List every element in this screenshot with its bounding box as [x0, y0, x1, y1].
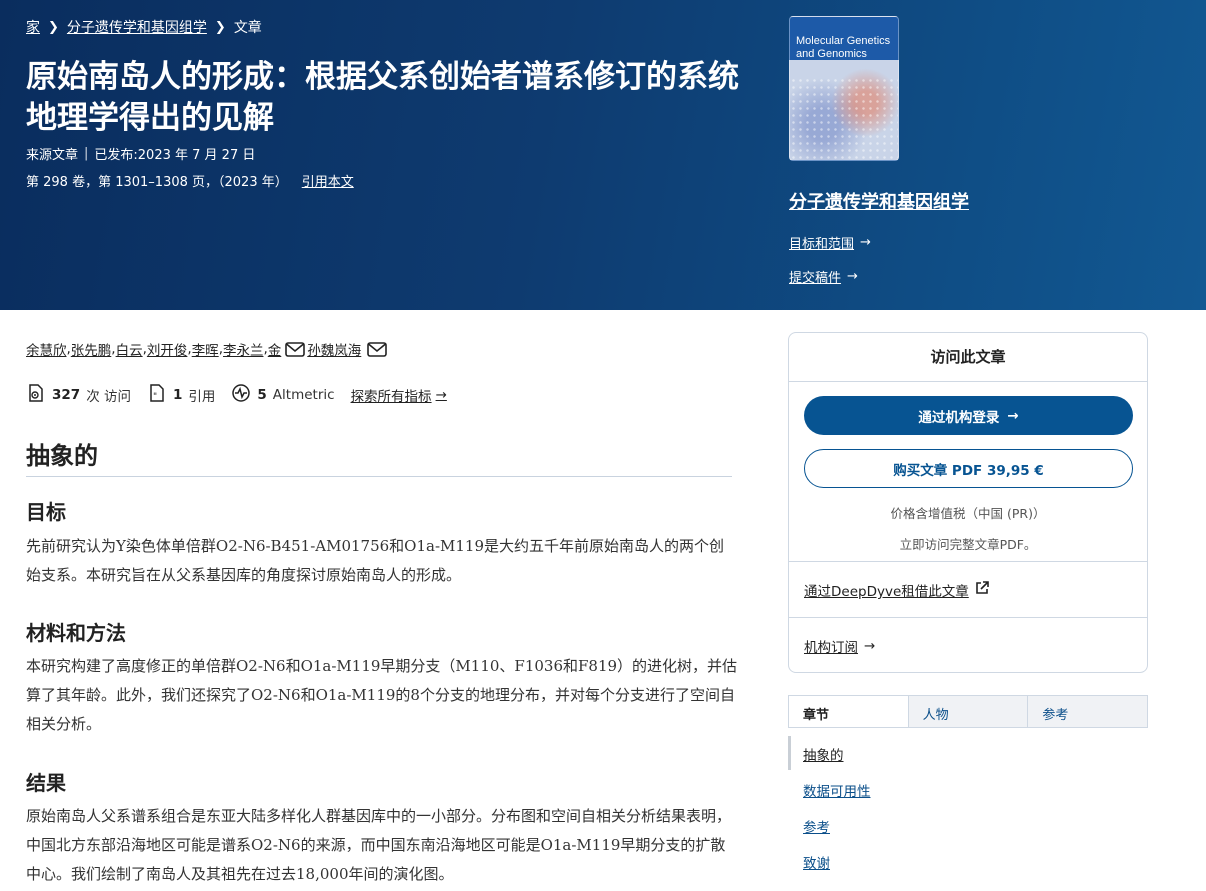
- cite-article-link[interactable]: 引用本文: [302, 171, 354, 190]
- toc-item-acknowledgements[interactable]: 致谢: [803, 852, 830, 872]
- article-header: 家 ❯ 分子遗传学和基因组学 ❯ 文章 原始南岛人的形成：根据父系创始者谱系修订…: [0, 0, 1206, 310]
- submit-manuscript-label: 提交稿件: [789, 271, 842, 286]
- journal-title-link[interactable]: 分子遗传学和基因组学: [789, 188, 969, 214]
- access-heading: 访问此文章: [789, 333, 1147, 382]
- access-article-box: 访问此文章 通过机构登录 → 购买文章 PDF 39,95 € 价格含增值税（中…: [788, 332, 1148, 673]
- toc-item-references[interactable]: 参考: [803, 816, 830, 836]
- arrow-right-icon: →: [1007, 407, 1019, 424]
- email-icon[interactable]: [285, 341, 306, 357]
- article-metrics: 327 次 访问 " 1 引用 5 Altmetric 探索所有指标 →: [26, 383, 447, 407]
- arrow-right-icon: →: [435, 387, 447, 403]
- abstract-heading: 抽象的: [26, 442, 98, 470]
- toc-item-abstract[interactable]: 抽象的: [803, 744, 844, 764]
- article-meta: 来源文章 | 已发布:2023 年 7 月 27 日: [26, 144, 255, 163]
- altmetric-icon: [231, 383, 251, 407]
- institution-subscription-link[interactable]: 机构订阅 →: [804, 636, 875, 656]
- chevron-right-icon: ❯: [214, 19, 226, 35]
- altmetric-metric: 5 Altmetric: [231, 383, 335, 407]
- author-name[interactable]: 余慧欣: [26, 339, 67, 359]
- meta-separator: |: [84, 146, 89, 161]
- cover-title: Molecular Genetics and Genomics: [796, 35, 891, 60]
- author-name[interactable]: 张先鹏: [71, 339, 112, 359]
- cover-pattern: [790, 77, 898, 160]
- objective-heading: 目标: [26, 500, 66, 524]
- institution-login-label: 通过机构登录: [918, 409, 1000, 426]
- arrow-right-icon: →: [864, 638, 876, 654]
- methods-text: 本研究构建了高度修正的单倍群O2-N6和O1a-M119早期分支（M110、F1…: [26, 657, 738, 733]
- author-list: 余慧欣, 张先鹏, 白云, 刘开俊, 李晖, 李永兰, 金 孙魏岚海: [26, 339, 389, 359]
- deepdyve-link[interactable]: 通过DeepDyve租借此文章: [804, 580, 989, 600]
- breadcrumb-journal[interactable]: 分子遗传学和基因组学: [67, 17, 207, 37]
- altmetric-label: Altmetric: [272, 387, 335, 403]
- accesses-metric: 327 次 访问: [26, 383, 131, 407]
- article-title: 原始南岛人的形成：根据父系创始者谱系修订的系统地理学得出的见解: [26, 59, 739, 136]
- published-date: 已发布:2023 年 7 月 27 日: [94, 148, 256, 163]
- results-heading: 结果: [26, 771, 66, 795]
- email-icon[interactable]: [367, 341, 388, 357]
- subscription-row: 机构订阅 →: [789, 617, 1147, 673]
- accesses-count: 327: [52, 387, 81, 403]
- institution-subscription-label: 机构订阅: [804, 640, 858, 656]
- submit-manuscript-link[interactable]: 提交稿件 →: [789, 267, 858, 286]
- breadcrumb-current: 文章: [233, 20, 262, 36]
- author-name[interactable]: 孙魏岚海: [307, 339, 361, 359]
- methods-heading: 材料和方法: [26, 621, 126, 645]
- arrow-right-icon: →: [860, 235, 871, 250]
- author-name[interactable]: 李永兰: [223, 339, 264, 359]
- buy-pdf-button[interactable]: 购买文章 PDF 39,95 €: [804, 449, 1133, 488]
- tab-references[interactable]: 参考: [1027, 696, 1148, 727]
- deepdyve-label: 通过DeepDyve租借此文章: [804, 584, 969, 600]
- sidebar-tabs: 章节 人物 参考: [788, 695, 1148, 728]
- author-name[interactable]: 金: [268, 339, 282, 359]
- explore-metrics-link[interactable]: 探索所有指标 →: [351, 385, 447, 405]
- toc-item-data-availability[interactable]: 数据可用性: [803, 780, 871, 800]
- author-name[interactable]: 白云: [116, 339, 143, 359]
- chevron-right-icon: ❯: [48, 19, 59, 35]
- buy-pdf-label: 购买文章 PDF 39,95 €: [893, 462, 1044, 479]
- breadcrumb: 家 ❯ 分子遗传学和基因组学 ❯ 文章: [26, 17, 262, 37]
- citation-info: 第 298 卷，第 1301–1308 页，（2023 年）: [26, 175, 288, 190]
- instant-access-note: 立即访问完整文章PDF。: [899, 537, 1037, 552]
- svg-text:": ": [153, 392, 157, 402]
- author-name[interactable]: 李晖: [192, 339, 219, 359]
- price-note: 价格含增值税（中国 (PR)）: [890, 506, 1046, 521]
- article-citation-row: 第 298 卷，第 1301–1308 页，（2023 年） 引用本文: [26, 171, 354, 190]
- citations-label: 引用: [188, 389, 216, 405]
- author-name[interactable]: 刘开俊: [147, 339, 188, 359]
- article-type: 来源文章: [26, 148, 79, 163]
- results-text: 原始南岛人父系谱系组合是东亚大陆多样化人群基因库中的一小部分。分布图和空间自相关…: [26, 807, 732, 883]
- section-divider: [26, 476, 732, 477]
- accesses-icon: [26, 383, 46, 407]
- deepdyve-row: 通过DeepDyve租借此文章: [789, 561, 1147, 617]
- citations-count: 1: [172, 387, 183, 403]
- objective-text: 先前研究认为Y染色体单倍群O2-N6-B451-AM01756和O1a-M119…: [26, 537, 725, 584]
- accesses-label: 次 访问: [86, 389, 131, 405]
- external-link-icon: [975, 581, 989, 599]
- citations-metric: " 1 引用: [147, 383, 215, 407]
- explore-metrics-label: 探索所有指标: [350, 389, 432, 405]
- active-section-indicator: [788, 736, 791, 770]
- breadcrumb-home[interactable]: 家: [26, 17, 40, 37]
- tab-sections[interactable]: 章节: [789, 696, 908, 727]
- tab-people[interactable]: 人物: [907, 696, 1028, 727]
- journal-cover-image[interactable]: Molecular Genetics and Genomics: [789, 16, 899, 161]
- citations-icon: ": [147, 383, 167, 407]
- aims-scope-link[interactable]: 目标和范围 →: [789, 233, 871, 252]
- arrow-right-icon: →: [847, 269, 858, 284]
- aims-scope-label: 目标和范围: [789, 237, 855, 252]
- altmetric-count: 5: [257, 387, 267, 403]
- institution-login-button[interactable]: 通过机构登录 →: [804, 396, 1133, 435]
